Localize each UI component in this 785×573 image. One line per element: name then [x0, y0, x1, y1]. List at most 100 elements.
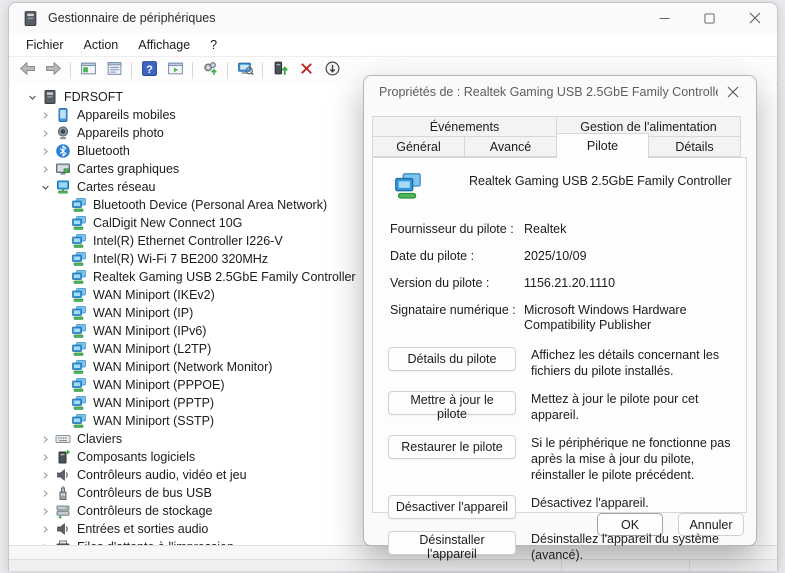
- digital-signer-label: Signataire numérique :: [390, 303, 524, 333]
- driver-date-row: Date du pilote :2025/10/09: [390, 249, 736, 264]
- digital-signer-value: Microsoft Windows Hardware Compatibility…: [524, 303, 736, 333]
- properties-dialog: Propriétés de : Realtek Gaming USB 2.5Gb…: [363, 75, 757, 546]
- tab-pilote[interactable]: Pilote: [556, 133, 649, 158]
- network-adapter-icon: [71, 251, 87, 267]
- maximize-button[interactable]: [687, 3, 732, 33]
- chevron-right-icon[interactable]: [37, 143, 53, 159]
- device-manager-app-icon: [22, 10, 39, 27]
- tree-item-label: WAN Miniport (SSTP): [93, 414, 214, 428]
- chevron-right-icon[interactable]: [37, 107, 53, 123]
- network-adapter-icon: [71, 305, 87, 321]
- toolbar-separator: [227, 62, 228, 79]
- uninstall-device-button[interactable]: Désinstaller l'appareil: [388, 531, 516, 555]
- close-button[interactable]: [732, 3, 777, 33]
- update-driver-button[interactable]: Mettre à jour le pilote: [388, 391, 516, 415]
- uninstall-device-button[interactable]: [293, 59, 319, 82]
- tree-item-label: WAN Miniport (PPPOE): [93, 378, 225, 392]
- tree-item-label: WAN Miniport (Network Monitor): [93, 360, 272, 374]
- update-driver-description: Mettez à jour le pilote pour cet apparei…: [531, 391, 736, 423]
- disable-device-icon: [324, 60, 341, 82]
- uninstall-device-description: Désinstallez l'appareil du système (avan…: [531, 531, 736, 563]
- disable-device-button[interactable]: [319, 59, 345, 82]
- tree-item-label: Cartes graphiques: [77, 162, 179, 176]
- forward-icon: [45, 60, 62, 82]
- dialog-title-bar: Propriétés de : Realtek Gaming USB 2.5Gb…: [364, 76, 756, 107]
- scan-hardware-changes-icon: [202, 60, 219, 82]
- network-adapter-icon: [71, 377, 87, 393]
- tab-strip: ÉvénementsGestion de l'alimentationGénér…: [372, 116, 740, 158]
- toolbar-separator: [131, 62, 132, 79]
- disable-device-row: Désactiver l'appareilDésactivez l'appare…: [388, 495, 736, 519]
- driver-details-description: Affichez les détails concernant les fich…: [531, 347, 736, 379]
- svg-text:?: ?: [146, 63, 153, 75]
- roll-back-driver-button[interactable]: Restaurer le pilote: [388, 435, 516, 459]
- driver-fields: Fournisseur du pilote :Realtek Date du pi…: [382, 222, 736, 333]
- tree-item-label: Contrôleurs audio, vidéo et jeu: [77, 468, 247, 482]
- chevron-right-icon[interactable]: [37, 431, 53, 447]
- show-console-tree-button[interactable]: [75, 59, 101, 82]
- remote-computer-icon: [237, 60, 254, 82]
- chevron-down-icon[interactable]: [37, 179, 53, 195]
- tree-item-label: Claviers: [77, 432, 122, 446]
- network-adapter-icon: [71, 287, 87, 303]
- minimize-button[interactable]: [642, 3, 687, 33]
- disable-device-button[interactable]: Désactiver l'appareil: [388, 495, 516, 519]
- scan-hardware-changes-button[interactable]: [197, 59, 223, 82]
- update-driver-icon: [272, 60, 289, 82]
- show-console-tree-icon: [80, 60, 97, 82]
- mobile-device-icon: [55, 107, 71, 123]
- driver-version-value: 1156.21.20.1110: [524, 276, 736, 291]
- window-controls: [642, 3, 777, 33]
- tree-item-label: WAN Miniport (IPv6): [93, 324, 206, 338]
- tree-item-label: Composants logiciels: [77, 450, 195, 464]
- tree-item-label: Intel(R) Ethernet Controller I226-V: [93, 234, 283, 248]
- menu-action[interactable]: Action: [74, 36, 129, 54]
- tree-item-label: WAN Miniport (PPTP): [93, 396, 214, 410]
- storage-controller-icon: [55, 503, 71, 519]
- chevron-right-icon[interactable]: [37, 449, 53, 465]
- tab-details[interactable]: Détails: [648, 136, 741, 157]
- action-pane-button[interactable]: [162, 59, 188, 82]
- help-button[interactable]: ?: [136, 59, 162, 82]
- network-category-icon: [55, 179, 71, 195]
- driver-provider-row: Fournisseur du pilote :Realtek: [390, 222, 736, 237]
- update-driver-button[interactable]: [267, 59, 293, 82]
- digital-signer-row: Signataire numérique :Microsoft Windows …: [390, 303, 736, 333]
- audio-controller-icon: [55, 467, 71, 483]
- chevron-right-icon[interactable]: [37, 467, 53, 483]
- tree-item-label: Appareils photo: [77, 126, 164, 140]
- window-title: Gestionnaire de périphériques: [48, 11, 215, 25]
- menu-affichage[interactable]: Affichage: [128, 36, 200, 54]
- chevron-right-icon[interactable]: [37, 485, 53, 501]
- remote-computer-button[interactable]: [232, 59, 258, 82]
- tab-evenements[interactable]: Événements: [372, 116, 557, 137]
- driver-details-button[interactable]: Détails du pilote: [388, 347, 516, 371]
- chevron-right-icon[interactable]: [37, 161, 53, 177]
- roll-back-driver-row: Restaurer le piloteSi le périphérique ne…: [388, 435, 736, 483]
- tab-row: GénéralAvancéPiloteDétails: [372, 136, 740, 158]
- dialog-close-icon[interactable]: [718, 80, 748, 104]
- network-adapter-icon: [71, 413, 87, 429]
- update-driver-row: Mettre à jour le pilote Mettez à jour le …: [388, 391, 736, 423]
- network-adapter-icon: [71, 395, 87, 411]
- tab-general[interactable]: Général: [372, 136, 465, 157]
- menu-fichier[interactable]: Fichier: [16, 36, 74, 54]
- chevron-right-icon[interactable]: [37, 503, 53, 519]
- device-header: Realtek Gaming USB 2.5GbE Family Control…: [393, 171, 736, 201]
- usb-controller-icon: [55, 485, 71, 501]
- back-button[interactable]: [14, 59, 40, 82]
- tree-item-label: Entrées et sorties audio: [77, 522, 208, 536]
- tree-item-label: Contrôleurs de bus USB: [77, 486, 212, 500]
- driver-date-label: Date du pilote :: [390, 249, 524, 264]
- chevron-right-icon[interactable]: [37, 125, 53, 141]
- network-adapter-icon: [393, 171, 425, 201]
- chevron-right-icon[interactable]: [37, 521, 53, 537]
- properties-button[interactable]: [101, 59, 127, 82]
- forward-button[interactable]: [40, 59, 66, 82]
- tab-avance[interactable]: Avancé: [464, 136, 557, 157]
- chevron-down-icon[interactable]: [24, 89, 40, 105]
- menu-aide[interactable]: ?: [200, 36, 227, 54]
- dialog-title: Propriétés de : Realtek Gaming USB 2.5Gb…: [379, 85, 718, 99]
- network-adapter-icon: [71, 197, 87, 213]
- network-adapter-icon: [71, 341, 87, 357]
